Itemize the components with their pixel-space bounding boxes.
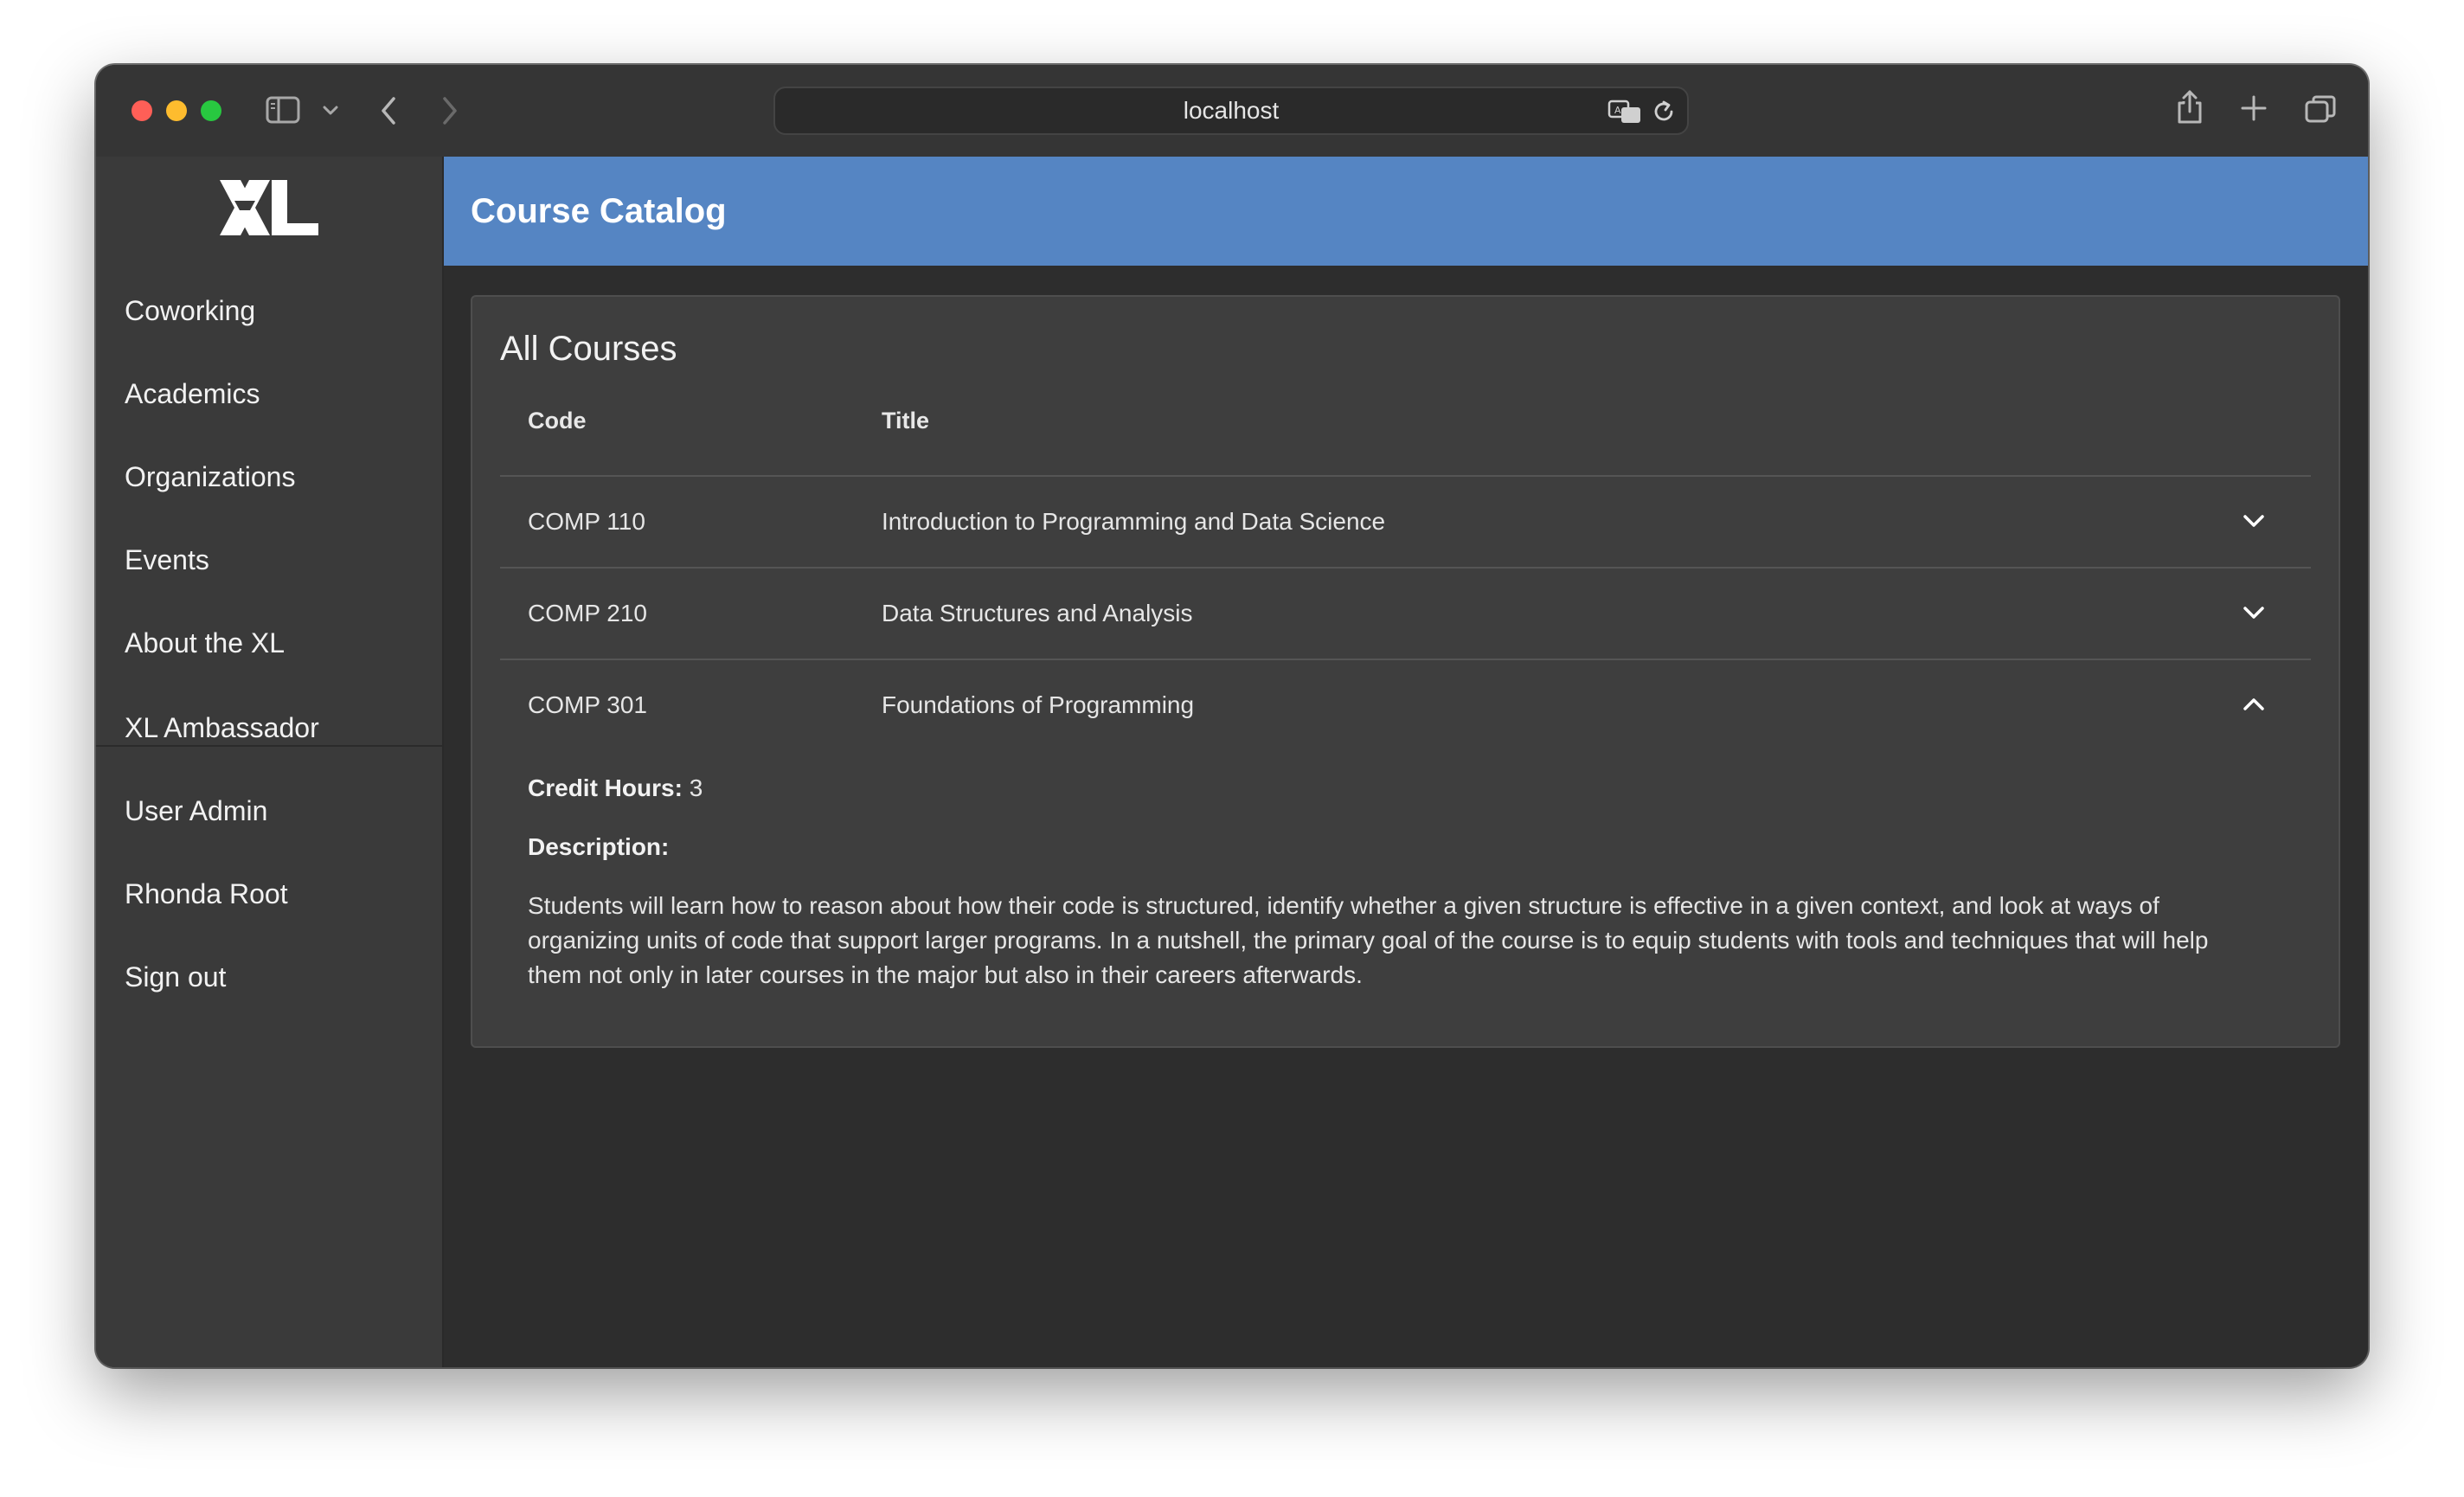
description-label: Description:	[528, 833, 670, 860]
course-description: Students will learn how to reason about …	[528, 892, 2209, 988]
zoom-window-button[interactable]	[201, 100, 221, 121]
sidebar-toggle-icon[interactable]	[266, 94, 300, 130]
course-code: COMP 301	[528, 691, 647, 718]
sidebar-item-organizations[interactable]: Organizations	[125, 451, 295, 503]
xl-logo[interactable]	[218, 178, 320, 241]
forward-icon[interactable]	[440, 96, 459, 130]
sidebar-item-academics[interactable]: Academics	[125, 368, 260, 420]
column-header-title: Title	[882, 408, 930, 434]
credit-hours: Credit Hours: 3	[528, 774, 2252, 802]
page-title: Course Catalog	[471, 192, 727, 230]
course-title: Data Structures and Analysis	[882, 600, 1193, 626]
url-text: localhost	[1183, 97, 1280, 124]
course-code: COMP 210	[528, 600, 647, 626]
sidebar-item-sign-out[interactable]: Sign out	[125, 951, 226, 1003]
credit-hours-value: 3	[689, 774, 703, 801]
chevron-down-icon[interactable]	[2242, 508, 2266, 538]
sidebar-item-profile[interactable]: Rhonda Root	[125, 868, 288, 920]
column-header-code: Code	[528, 408, 587, 434]
page-header: Course Catalog	[444, 157, 2368, 266]
table-row[interactable]: COMP 301 Foundations of Programming	[500, 660, 2311, 750]
address-bar[interactable]: localhost A	[773, 87, 1689, 135]
close-window-button[interactable]	[132, 100, 152, 121]
translate-icon[interactable]: A	[1607, 99, 1642, 129]
browser-toolbar: localhost A	[96, 65, 2368, 158]
sidebar: Coworking Academics Organizations Events…	[96, 157, 444, 1367]
sidebar-item-about[interactable]: About the XL	[125, 617, 285, 669]
chevron-up-icon[interactable]	[2242, 691, 2266, 722]
share-icon[interactable]	[2175, 89, 2204, 130]
sidebar-item-ambassador[interactable]: XL Ambassador	[125, 702, 319, 754]
sidebar-item-user-admin[interactable]: User Admin	[125, 785, 267, 837]
main-content: Course Catalog All Courses Code Title CO…	[444, 157, 2368, 1367]
table-row[interactable]: COMP 210 Data Structures and Analysis	[500, 569, 2311, 659]
course-code: COMP 110	[528, 508, 645, 535]
sidebar-item-events[interactable]: Events	[125, 534, 209, 586]
table-row[interactable]: COMP 110 Introduction to Programming and…	[500, 477, 2311, 567]
back-icon[interactable]	[379, 96, 398, 130]
browser-window: localhost A Coworking Academics Organiza…	[96, 65, 2368, 1367]
tabs-overview-icon[interactable]	[2304, 93, 2337, 129]
new-tab-icon[interactable]	[2240, 94, 2268, 126]
chevron-down-icon[interactable]	[323, 105, 338, 120]
credit-hours-label: Credit Hours:	[528, 774, 683, 801]
card-title: All Courses	[500, 330, 677, 368]
chevron-down-icon[interactable]	[2242, 600, 2266, 630]
course-title: Foundations of Programming	[882, 691, 1195, 718]
courses-card: All Courses Code Title COMP 110 Introduc…	[471, 295, 2340, 1048]
reload-icon[interactable]	[1651, 99, 1677, 129]
course-title: Introduction to Programming and Data Sci…	[882, 508, 1386, 535]
sidebar-item-coworking[interactable]: Coworking	[125, 285, 255, 337]
svg-text:A: A	[1614, 105, 1621, 116]
minimize-window-button[interactable]	[166, 100, 187, 121]
